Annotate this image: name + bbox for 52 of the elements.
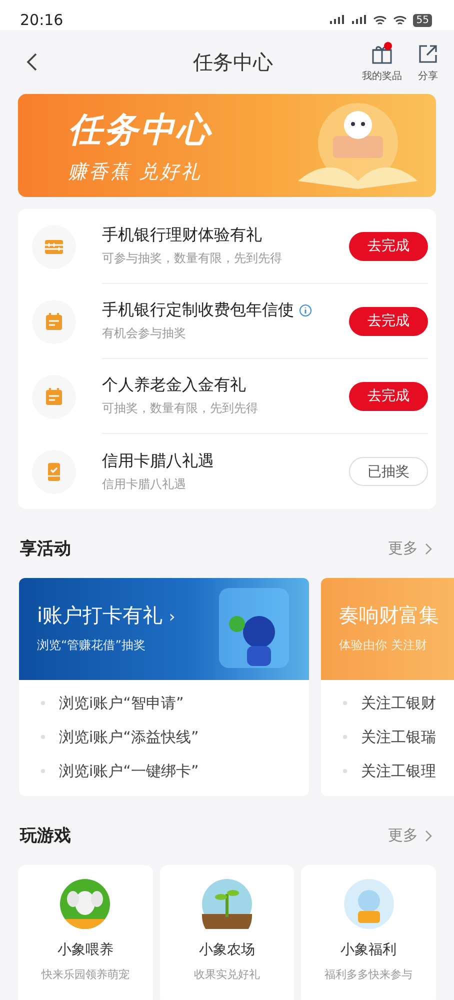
task-title: 信用卡腊八礼遇 (102, 450, 214, 472)
activity-task: 关注工银瑞 (361, 728, 436, 746)
status-time: 20:16 (20, 11, 64, 29)
activity-task: 关注工银财 (361, 694, 436, 712)
task-title: 手机银行定制收费包年信使 (102, 300, 294, 321)
share-button[interactable]: 分享 (416, 42, 440, 82)
drawn-status-button[interactable]: 已抽奖 (349, 457, 428, 486)
task-description: 可参与抽奖，数量有限，先到先得 (102, 250, 282, 267)
activity-card[interactable]: 奏响财富集 体验由你 关注财 关注工银财 关注工银瑞 关注工银理 (321, 578, 454, 796)
task-title: 手机银行理财体验有礼 (102, 225, 262, 246)
chevron-right-icon (424, 542, 432, 554)
game-description: 福利多多快来参与 (324, 967, 413, 982)
banner-title: 任务中心 (68, 108, 212, 152)
signal-icon (351, 15, 368, 25)
signal-icon (329, 15, 346, 25)
section-heading: 玩游戏 (20, 825, 71, 847)
game-card[interactable]: 小象喂养 快来乐园领养萌宠 (18, 865, 153, 1000)
activity-card[interactable]: i账户打卡有礼 › 浏览“管赚花借”抽奖 浏览i账户“智申请” 浏览i账户“添益快线” 浏览i账户“一键绑卡” (19, 578, 309, 796)
activity-subtitle: 体验由你 关注财 (339, 637, 428, 654)
section-heading: 享活动 (20, 538, 71, 560)
activity-task: 浏览i账户“一键绑卡” (59, 762, 199, 780)
activity-task: 浏览i账户“智申请” (59, 694, 184, 712)
activity-task: 关注工银理 (361, 762, 436, 780)
game-card[interactable]: 小象福利 福利多多快来参与 (301, 865, 436, 1000)
banner-subtitle: 赚香蕉 兑好礼 (68, 160, 204, 184)
activity-subtitle: 浏览“管赚花借”抽奖 (37, 637, 146, 654)
page-title: 任务中心 (192, 48, 274, 76)
info-icon[interactable] (299, 304, 312, 317)
complete-task-button[interactable]: 去完成 (349, 306, 428, 336)
task-title: 个人养老金入金有礼 (102, 375, 246, 396)
chevron-right-icon (424, 830, 432, 842)
battery-level: 55 (413, 14, 432, 26)
prizes-button[interactable]: 我的奖品 (362, 42, 402, 82)
game-description: 快来乐园领养萌宠 (41, 967, 130, 982)
task-description: 有机会参与抽奖 (102, 325, 187, 342)
game-card[interactable]: 小象农场 收果实兑好礼 (160, 865, 294, 1000)
activity-title: 奏响财富集 (339, 602, 440, 629)
activity-task: 浏览i账户“添益快线” (59, 728, 199, 746)
elephant-game-icon (60, 879, 110, 929)
game-description: 收果实兑好礼 (194, 967, 260, 982)
wifi-icon (393, 14, 408, 26)
task-description: 信用卡腊八礼遇 (102, 476, 187, 492)
complete-task-button[interactable]: 去完成 (349, 382, 428, 410)
complete-task-button[interactable]: 去完成 (349, 232, 428, 260)
game-name: 小象喂养 (57, 941, 114, 959)
mascot-game-icon (344, 879, 394, 929)
game-name: 小象福利 (340, 941, 397, 959)
task-description: 可抽奖，数量有限，先到先得 (102, 400, 258, 417)
activity-title: i账户打卡有礼 › (37, 602, 176, 629)
wifi-icon (373, 14, 388, 26)
plant-game-icon (202, 879, 252, 929)
game-name: 小象农场 (199, 941, 255, 959)
